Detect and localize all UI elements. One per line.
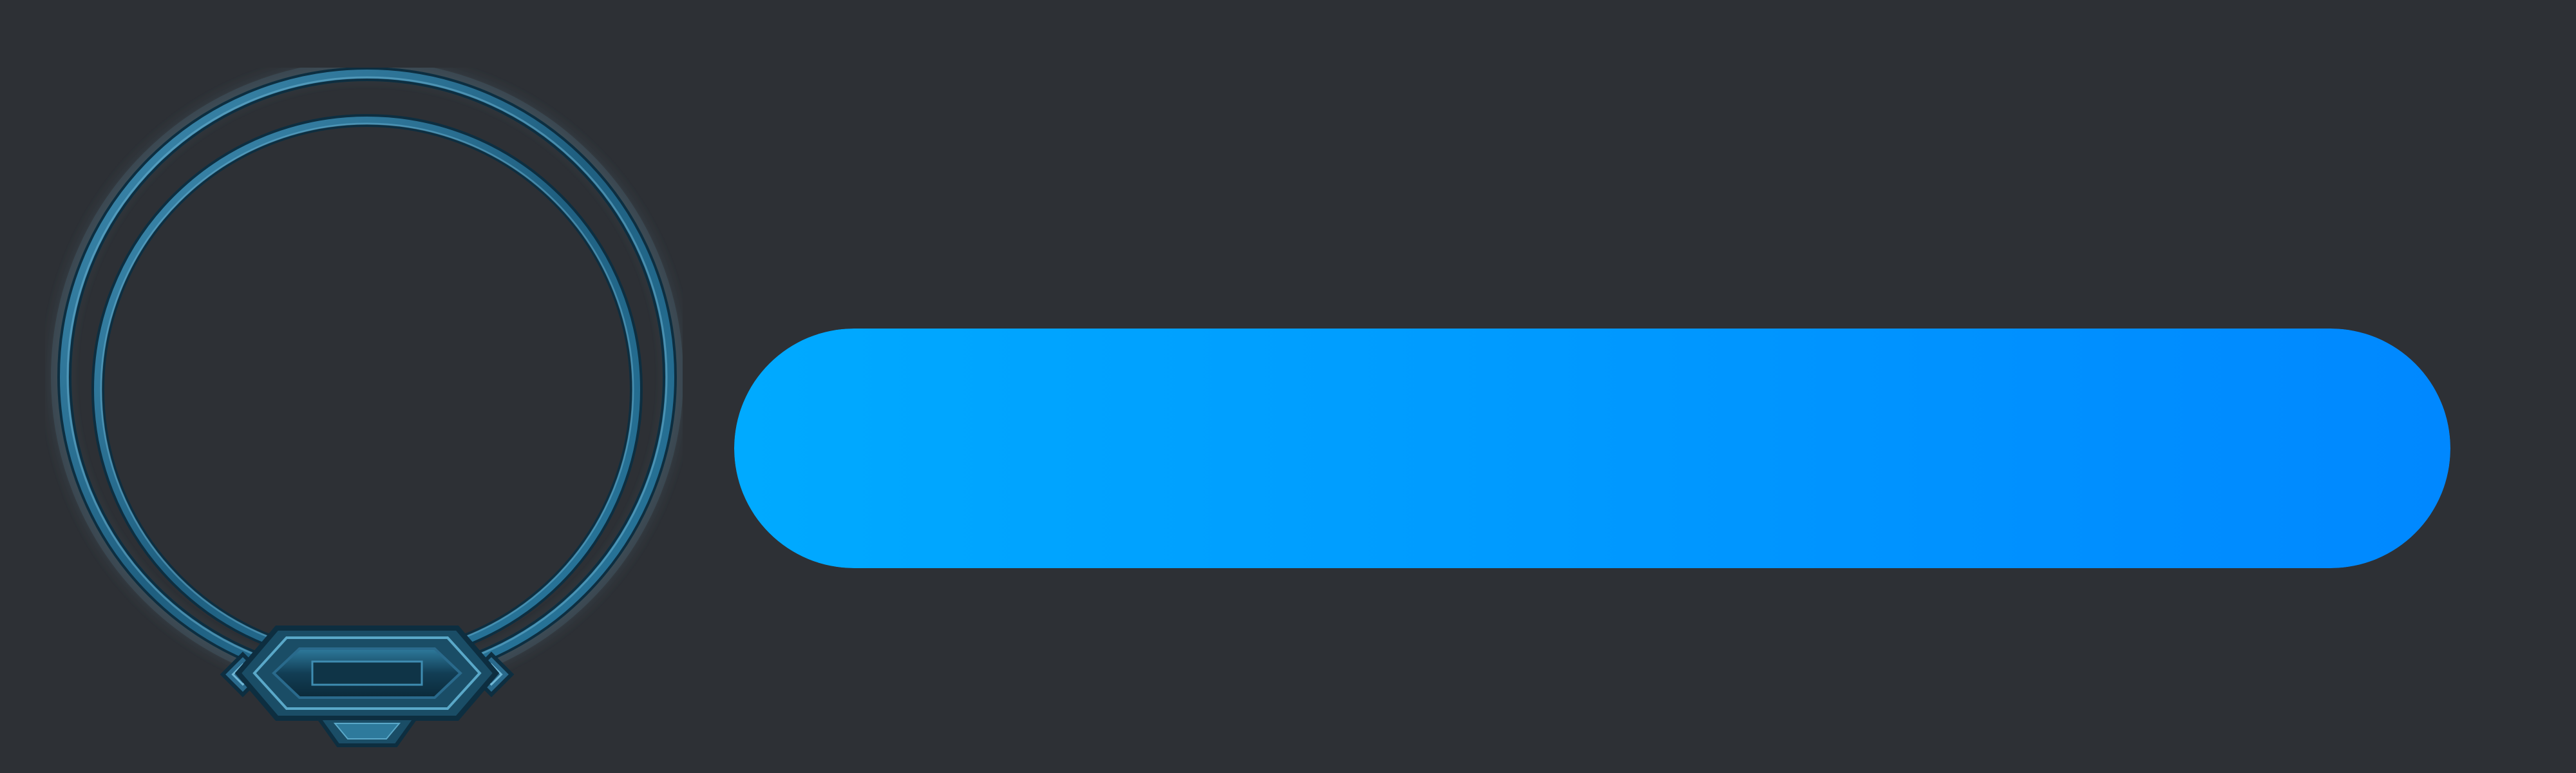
progress-bar-fill xyxy=(734,329,2450,568)
game-hud xyxy=(0,0,2576,773)
portrait-slot[interactable] xyxy=(108,129,633,654)
progress-bar xyxy=(734,329,2450,568)
